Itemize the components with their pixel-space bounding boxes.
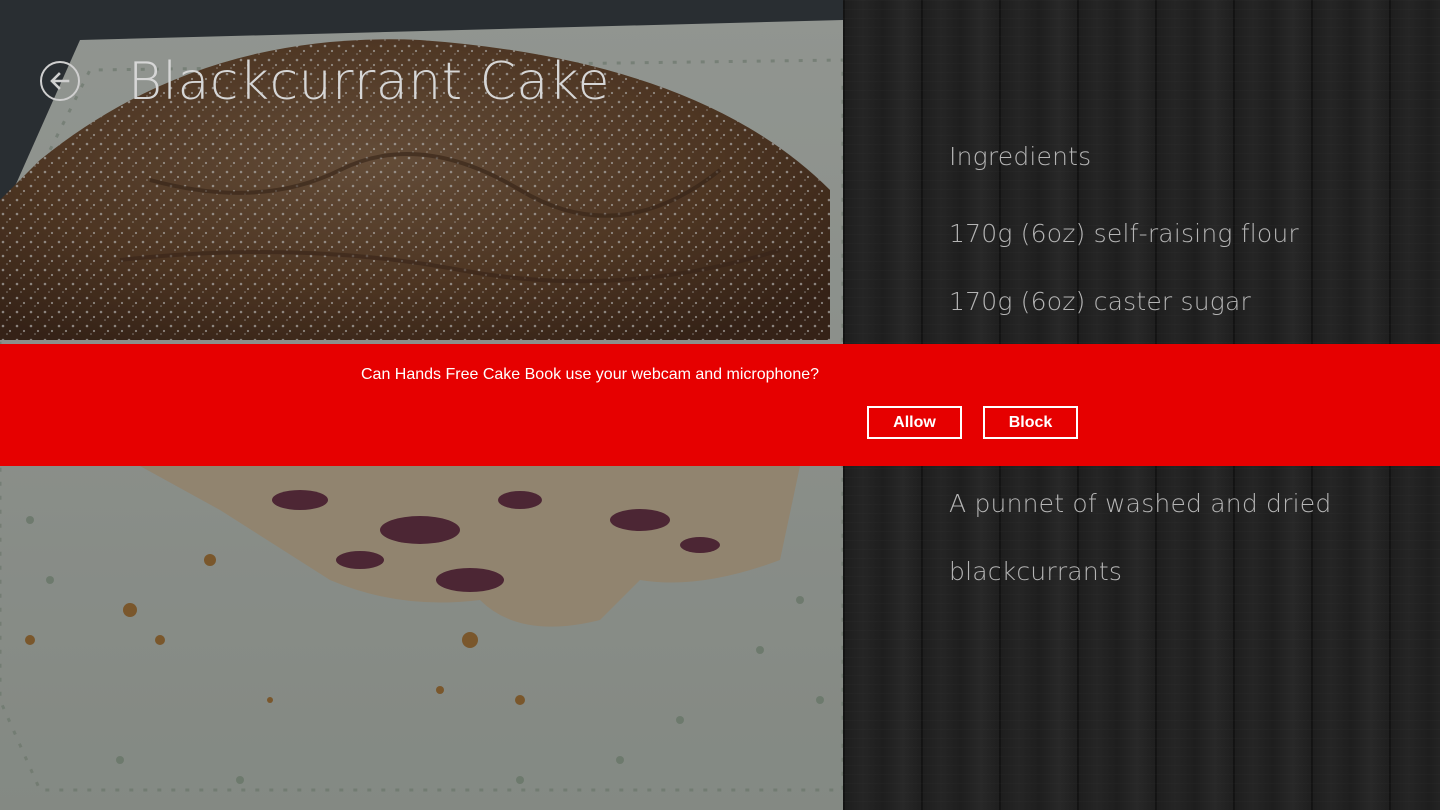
permission-banner: Can Hands Free Cake Book use your webcam… — [0, 344, 1440, 466]
ingredient-item: 170g (6oz) self-raising flour — [949, 219, 1299, 248]
back-button[interactable] — [40, 61, 80, 101]
ingredient-item: A punnet of washed and dried — [949, 489, 1332, 518]
permission-message: Can Hands Free Cake Book use your webcam… — [361, 366, 820, 383]
ingredient-item: blackcurrants — [949, 557, 1123, 586]
ingredient-item: 170g (6oz) caster sugar — [949, 287, 1252, 316]
block-button[interactable]: Block — [983, 406, 1078, 439]
page-title: Blackcurrant Cake — [128, 52, 611, 112]
back-arrow-icon — [50, 72, 70, 90]
allow-button[interactable]: Allow — [867, 406, 962, 439]
ingredients-heading: Ingredients — [949, 142, 1092, 171]
